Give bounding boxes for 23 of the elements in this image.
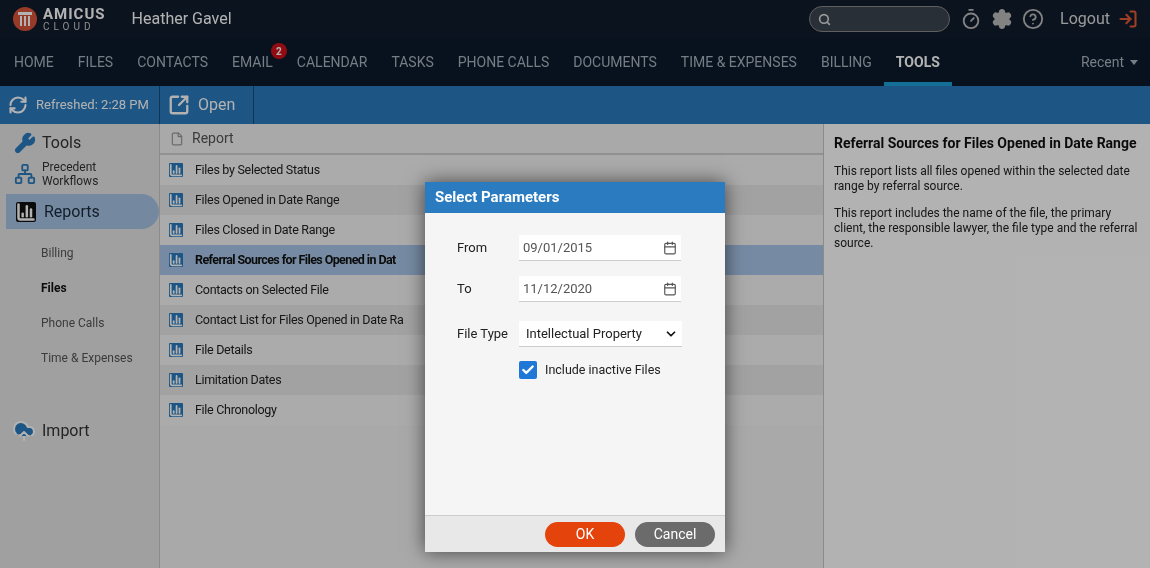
logo-text: AMICUS	[43, 6, 106, 22]
report-name: Referral Sources for Files Opened in Dat	[195, 250, 396, 269]
sidebar-title: Tools	[42, 132, 82, 154]
checkbox-label: Include inactive Files	[545, 361, 661, 379]
logo-subtext: CLOUD	[43, 21, 96, 32]
field-label: To	[457, 280, 473, 299]
field-label: File Type	[457, 325, 510, 344]
header-label: Report	[192, 129, 234, 148]
report-name: Limitation Dates	[195, 370, 282, 389]
dialog-title: Select Parameters	[435, 187, 560, 209]
field-label: From	[457, 239, 489, 258]
user-name: Heather Gavel	[131, 8, 232, 30]
details-text: This report includes the name of the file, the primary client, the responsible lawyer, the file type and the referral source.	[834, 206, 1139, 251]
report-name: File Chronology	[195, 400, 277, 419]
details-title: Referral Sources for Files Opened in Date Range	[834, 134, 1138, 152]
badge: 2	[270, 43, 287, 59]
report-name: Files Closed in Date Range	[195, 220, 335, 239]
report-name: Contacts on Selected File	[195, 280, 329, 299]
report-name: Contact List for Files Opened in Date Ra	[195, 310, 404, 329]
report-name: File Details	[195, 340, 253, 359]
details-text: This report lists all files opened within the selected date range by referral source.	[834, 164, 1131, 194]
report-name: Files Opened in Date Range	[195, 190, 340, 209]
report-name: Files by Selected Status	[195, 160, 320, 179]
